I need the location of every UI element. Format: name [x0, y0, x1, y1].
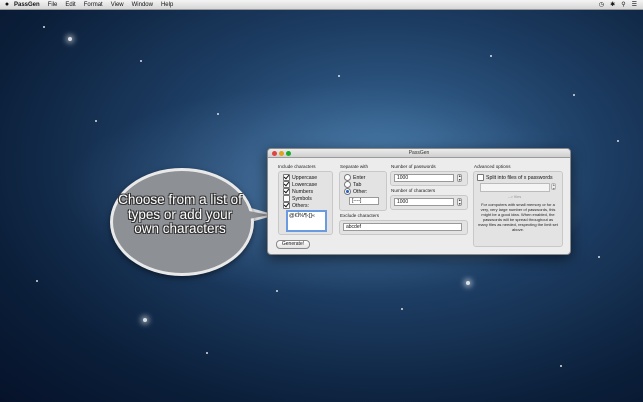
other-label: Other:: [353, 188, 368, 195]
time-machine-icon[interactable]: ◷: [599, 1, 604, 8]
numbers-label: Numbers: [292, 188, 314, 195]
separate-enter-radio[interactable]: Enter: [344, 174, 365, 181]
split-label: Split into files of x passwords: [486, 174, 553, 181]
separator-other-input[interactable]: [----]: [349, 197, 379, 205]
star: [617, 140, 619, 142]
bluetooth-icon[interactable]: ✱: [610, 1, 615, 8]
status-menus: ◷ ✱ ⚲ ☰: [599, 0, 637, 9]
menu-file[interactable]: File: [48, 2, 58, 8]
num-passwords-input[interactable]: 1000: [394, 174, 454, 182]
star: [338, 75, 340, 77]
num-passwords-stepper[interactable]: ▲ ▼: [457, 174, 462, 182]
passgen-window: PassGen Include characters Uppercase Low…: [267, 148, 571, 255]
symbols-label: Symbols: [292, 195, 312, 202]
star: [206, 352, 208, 354]
other-radio-icon: [344, 188, 351, 195]
split-count-stepper[interactable]: ▲ ▼: [551, 183, 556, 190]
split-count-input[interactable]: [480, 183, 550, 192]
notification-list-icon[interactable]: ☰: [632, 1, 637, 8]
star: [140, 60, 142, 62]
star: [401, 308, 403, 310]
others-characters-input[interactable]: @€Î%¶‹[]«: [286, 210, 327, 232]
star: [573, 94, 575, 96]
search-icon[interactable]: ⚲: [621, 1, 625, 8]
others-check-icon: [283, 202, 290, 209]
star: [490, 55, 492, 57]
tab-label: Tab: [353, 181, 362, 188]
callout-tail-inner: [239, 209, 269, 221]
star: [143, 318, 147, 322]
num-passwords-label: Number of passwords: [391, 164, 436, 169]
window-title: PassGen: [408, 150, 430, 156]
callout-text: Choose from a list of types or add your …: [118, 192, 242, 236]
files-label: --> files: [508, 194, 522, 199]
numbers-check-icon: [283, 188, 290, 195]
lowercase-label: Lowercase: [292, 181, 318, 188]
star: [95, 120, 97, 122]
uppercase-label: Uppercase: [292, 174, 318, 181]
menu-app-name[interactable]: PassGen: [14, 2, 40, 8]
advanced-heading: Advanced options: [474, 164, 511, 169]
tab-radio-icon: [344, 181, 351, 188]
menu-format[interactable]: Format: [84, 2, 103, 8]
menu-edit[interactable]: Edit: [65, 2, 75, 8]
lowercase-checkbox[interactable]: Lowercase: [283, 181, 317, 188]
numbers-checkbox[interactable]: Numbers: [283, 188, 313, 195]
include-heading: Include characters: [278, 164, 316, 169]
menu-view[interactable]: View: [111, 2, 124, 8]
star: [36, 280, 38, 282]
others-label: Others:: [292, 202, 310, 209]
others-checkbox[interactable]: Others:: [283, 202, 309, 209]
star: [43, 26, 45, 28]
star: [560, 365, 562, 367]
menu-help[interactable]: Help: [161, 2, 173, 8]
exclude-input[interactable]: abcdef: [343, 223, 462, 231]
generate-button[interactable]: Generate!: [276, 240, 310, 249]
star: [217, 113, 219, 115]
exclude-label: Exclude characters: [340, 213, 380, 218]
num-chars-input[interactable]: 1000: [394, 198, 454, 206]
apple-menu-icon[interactable]: ●: [0, 1, 14, 8]
enter-label: Enter: [353, 174, 366, 181]
num-chars-label: Number of characters: [391, 188, 436, 193]
star: [598, 256, 600, 258]
split-check-icon: [477, 174, 484, 181]
title-bar[interactable]: PassGen: [268, 149, 570, 158]
star: [466, 281, 470, 285]
menu-bar: ● PassGen File Edit Format View Window H…: [0, 0, 643, 10]
star: [68, 37, 72, 41]
star: [276, 290, 278, 292]
advanced-description: For computers with small memory or for a…: [478, 202, 558, 232]
separate-tab-radio[interactable]: Tab: [344, 181, 361, 188]
separate-heading: Separate with: [340, 164, 369, 169]
num-chars-stepper[interactable]: ▲ ▼: [457, 198, 462, 206]
uppercase-checkbox[interactable]: Uppercase: [283, 174, 317, 181]
enter-radio-icon: [344, 174, 351, 181]
separate-other-radio[interactable]: Other:: [344, 188, 367, 195]
split-files-checkbox[interactable]: Split into files of x passwords: [477, 174, 553, 181]
menu-window[interactable]: Window: [132, 2, 153, 8]
